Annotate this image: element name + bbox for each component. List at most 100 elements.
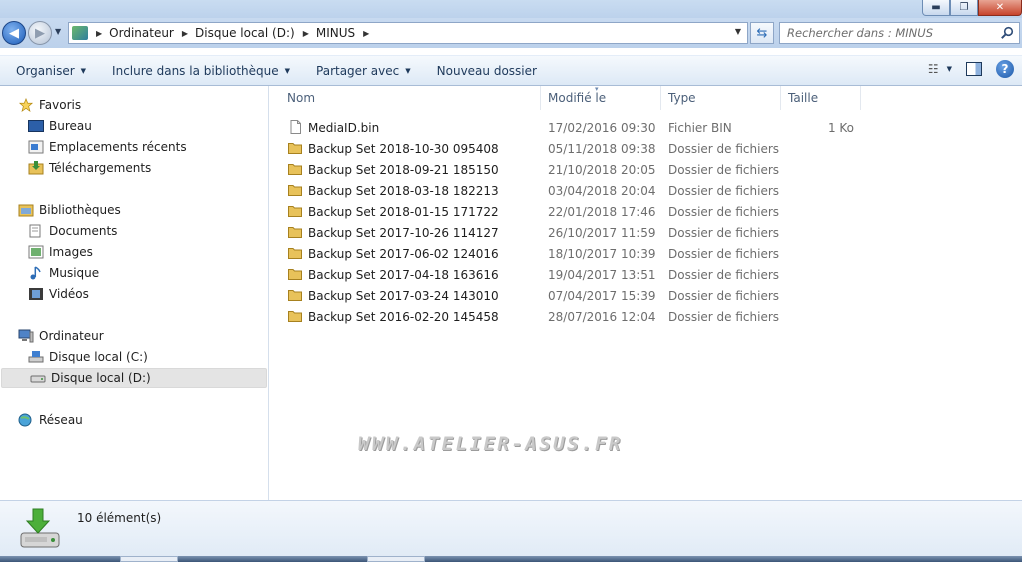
- folder-type: Dossier de fichiers: [668, 204, 780, 219]
- new-folder-button[interactable]: Nouveau dossier: [421, 55, 547, 86]
- sidebar-item-emplacements-recents[interactable]: Emplacements récents: [0, 137, 267, 157]
- sidebar-item-label: Téléchargements: [49, 161, 152, 175]
- sidebar-item-label: Bureau: [49, 119, 92, 133]
- computer-icon: [18, 329, 34, 343]
- folder-icon: [288, 227, 302, 238]
- command-toolbar: Organiser ▼ Inclure dans la bibliothèque ▼…: [0, 55, 1022, 86]
- column-header-modified[interactable]: Modifié le: [541, 86, 661, 110]
- share-label: Partager avec: [316, 63, 400, 78]
- recent-pages-chevron-icon[interactable]: ▼: [55, 27, 61, 36]
- network-icon: [18, 413, 32, 427]
- title-bar: ▬ ❐ ✕: [0, 0, 1022, 18]
- sidebar-item-telechargements[interactable]: Téléchargements: [0, 158, 267, 178]
- file-row[interactable]: MediaID.bin 17/02/2016 09:30 Fichier BIN…: [270, 117, 870, 138]
- taskbar: [0, 556, 1022, 562]
- breadcrumb-chevron-icon[interactable]: ▶: [182, 29, 188, 38]
- sidebar-item-videos[interactable]: Vidéos: [0, 284, 267, 304]
- folder-row[interactable]: Backup Set 2018-10-30 095408 05/11/2018 …: [270, 138, 870, 159]
- folder-row[interactable]: Backup Set 2018-03-18 182213 03/04/2018 …: [270, 180, 870, 201]
- sidebar-section-label: Favoris: [39, 98, 82, 112]
- folder-name: Backup Set 2017-03-24 143010: [308, 288, 499, 303]
- details-pane: 10 élément(s): [0, 500, 1022, 556]
- sidebar-item-disque-c[interactable]: Disque local (C:): [0, 347, 267, 367]
- sidebar-item-disque-d[interactable]: Disque local (D:): [1, 368, 267, 388]
- file-type: Fichier BIN: [668, 120, 732, 135]
- folder-type: Dossier de fichiers: [668, 162, 780, 177]
- include-library-label: Inclure dans la bibliothèque: [112, 63, 279, 78]
- include-library-menu-button[interactable]: Inclure dans la bibliothèque ▼: [96, 55, 300, 86]
- refresh-button[interactable]: ⇆: [750, 22, 774, 44]
- column-headers: Nom Modifié le ▾ Type Taille: [270, 85, 1022, 110]
- back-button[interactable]: ◀: [2, 21, 26, 45]
- address-box[interactable]: ▶ Ordinateur ▶ Disque local (D:) ▶ MINUS…: [68, 22, 748, 44]
- drive-download-icon: [20, 508, 60, 548]
- sidebar-item-reseau[interactable]: Réseau: [0, 410, 267, 430]
- search-input[interactable]: [787, 26, 992, 40]
- sidebar-item-bibliotheques[interactable]: Bibliothèques: [0, 200, 267, 220]
- breadcrumb-chevron-icon[interactable]: ▶: [303, 29, 309, 38]
- folder-row[interactable]: Backup Set 2018-09-21 185150 21/10/2018 …: [270, 159, 870, 180]
- folder-row[interactable]: Backup Set 2017-10-26 114127 26/10/2017 …: [270, 222, 870, 243]
- breadcrumb-chevron-icon[interactable]: ▶: [363, 29, 369, 38]
- chevron-down-icon: ▼: [80, 66, 87, 75]
- column-header-name[interactable]: Nom: [280, 86, 541, 110]
- sidebar-item-label: Emplacements récents: [49, 140, 187, 154]
- change-view-button[interactable]: ☷ ▼: [928, 62, 952, 76]
- folder-row[interactable]: Backup Set 2017-04-18 163616 19/04/2017 …: [270, 264, 870, 285]
- maximize-button[interactable]: ❐: [950, 0, 978, 16]
- file-icon: [290, 120, 301, 134]
- music-note-icon: [30, 266, 41, 280]
- downloads-icon: [28, 161, 44, 175]
- sidebar-item-documents[interactable]: Documents: [0, 221, 267, 241]
- folder-type: Dossier de fichiers: [668, 225, 780, 240]
- minimize-button[interactable]: ▬: [922, 0, 950, 16]
- breadcrumb-chevron-icon[interactable]: ▶: [96, 29, 102, 38]
- folder-row[interactable]: Backup Set 2018-01-15 171722 22/01/2018 …: [270, 201, 870, 222]
- sidebar-section-label: Bibliothèques: [39, 203, 121, 217]
- folder-name: Backup Set 2017-10-26 114127: [308, 225, 499, 240]
- folder-type: Dossier de fichiers: [668, 183, 780, 198]
- folder-icon: [288, 185, 302, 196]
- forward-arrow-icon: ▶: [35, 25, 45, 41]
- breadcrumb-ordinateur[interactable]: Ordinateur: [109, 26, 174, 40]
- organize-menu-button[interactable]: Organiser ▼: [0, 55, 96, 86]
- sidebar-item-musique[interactable]: Musique: [0, 263, 267, 283]
- folder-name: Backup Set 2017-06-02 124016: [308, 246, 499, 261]
- close-button[interactable]: ✕: [978, 0, 1022, 16]
- search-icon[interactable]: [1000, 26, 1014, 40]
- preview-pane-icon[interactable]: [966, 62, 982, 76]
- column-header-type[interactable]: Type: [661, 86, 781, 110]
- folder-row[interactable]: Backup Set 2017-03-24 143010 07/04/2017 …: [270, 285, 870, 306]
- sidebar-item-ordinateur[interactable]: Ordinateur: [0, 326, 267, 346]
- watermark-text: WWW.ATELIER-ASUS.FR: [358, 433, 623, 455]
- folder-icon: [288, 206, 302, 217]
- folder-name: Backup Set 2018-10-30 095408: [308, 141, 499, 156]
- recent-places-icon: [28, 140, 44, 154]
- chevron-down-icon: ▼: [405, 66, 411, 75]
- search-box[interactable]: [779, 22, 1020, 44]
- sort-indicator-icon: ▾: [595, 85, 599, 93]
- address-dropdown-icon[interactable]: ▼: [735, 27, 741, 36]
- breadcrumb-minus[interactable]: MINUS: [316, 26, 355, 40]
- folder-name: Backup Set 2018-01-15 171722: [308, 204, 499, 219]
- folder-modified: 07/04/2017 15:39: [548, 288, 656, 303]
- sidebar-item-bureau[interactable]: Bureau: [0, 116, 267, 136]
- refresh-icon: ⇆: [756, 25, 768, 41]
- folder-row[interactable]: Backup Set 2016-02-20 145458 28/07/2016 …: [270, 306, 870, 327]
- window-controls: ▬ ❐ ✕: [922, 0, 1022, 16]
- sidebar-item-images[interactable]: Images: [0, 242, 267, 262]
- forward-button[interactable]: ▶: [28, 21, 52, 45]
- help-icon[interactable]: ?: [996, 60, 1014, 78]
- column-header-size[interactable]: Taille: [781, 86, 861, 110]
- folder-name: Backup Set 2018-03-18 182213: [308, 183, 499, 198]
- folder-name: Backup Set 2018-09-21 185150: [308, 162, 499, 177]
- taskbar-button[interactable]: [367, 556, 425, 562]
- taskbar-button[interactable]: [120, 556, 178, 562]
- sidebar-item-label: Disque local (C:): [49, 350, 148, 364]
- folder-row[interactable]: Backup Set 2017-06-02 124016 18/10/2017 …: [270, 243, 870, 264]
- sidebar-item-label: Documents: [49, 224, 118, 238]
- sidebar-item-favoris[interactable]: Favoris: [0, 95, 267, 115]
- share-menu-button[interactable]: Partager avec ▼: [300, 55, 421, 86]
- breadcrumb-disque-d[interactable]: Disque local (D:): [195, 26, 295, 40]
- sidebar-item-label: Musique: [49, 266, 100, 280]
